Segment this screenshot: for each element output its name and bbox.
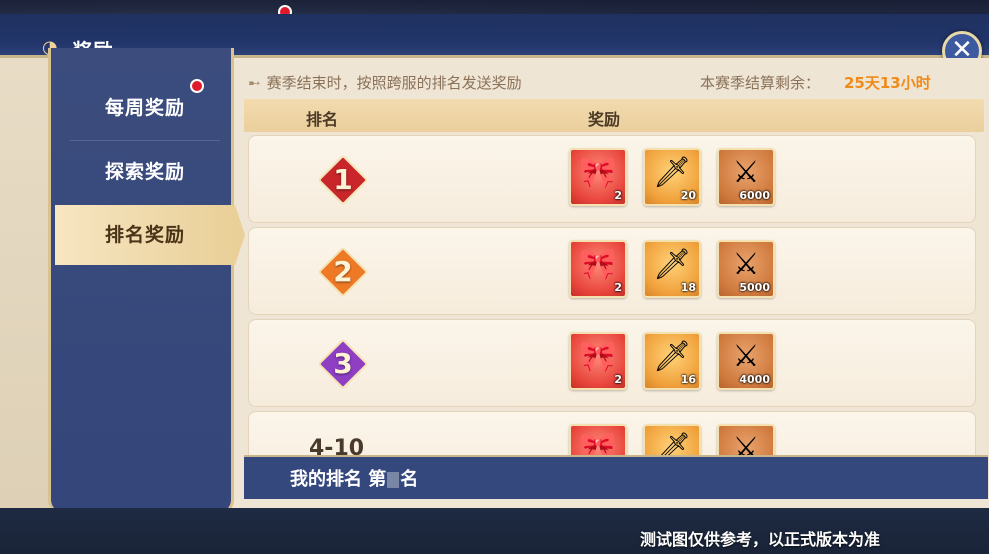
jade-sword-icon[interactable]: ⚔ <box>717 424 775 455</box>
red-scroll-icon[interactable]: 🎀 2 <box>569 332 627 390</box>
rank-badge-3: 3 <box>317 338 369 390</box>
golden-blade-icon[interactable]: 🗡 <box>643 424 701 455</box>
my-rank-label: 我的排名 第名 <box>290 469 419 490</box>
golden-blade-icon[interactable]: 🗡 20 <box>643 148 701 206</box>
jade-sword-icon[interactable]: ⚔ 5000 <box>717 240 775 298</box>
red-scroll-icon[interactable]: 🎀 2 <box>569 148 627 206</box>
arrow-icon: ➸ <box>248 74 261 92</box>
golden-blade-icon[interactable]: 🗡 16 <box>643 332 701 390</box>
jade-sword-icon[interactable]: ⚔ 6000 <box>717 148 775 206</box>
jade-sword-icon[interactable]: ⚔ 4000 <box>717 332 775 390</box>
sidebar-item-explore-reward[interactable]: 探索奖励 <box>55 142 235 202</box>
season-remaining-value: 25天13小时 <box>844 74 931 92</box>
sidebar-divider <box>70 140 220 141</box>
red-scroll-icon[interactable]: 🎀 2 <box>569 240 627 298</box>
column-header-rank: 排名 <box>306 110 339 129</box>
sidebar-item-weekly-reward[interactable]: 每周奖励 <box>55 78 235 138</box>
reward-list[interactable]: 1 🎀 2 🗡 20 ⚔ 6000 2 🎀 2 🗡 18 ⚔ 5000 3 🎀 … <box>244 135 984 455</box>
rank-redacted <box>387 472 400 488</box>
table-row: 1 🎀 2 🗡 20 ⚔ 6000 <box>248 135 976 223</box>
sidebar-item-rank-reward[interactable]: 排名奖励 <box>55 205 245 265</box>
rank-range-text: 4-10 <box>309 436 365 455</box>
sidebar-notification-dot <box>190 79 204 93</box>
rank-badge-2: 2 <box>317 246 369 298</box>
table-row: 4-10 🎀 🗡 ⚔ <box>248 411 976 455</box>
red-scroll-icon[interactable]: 🎀 <box>569 424 627 455</box>
column-header-reward: 奖励 <box>588 110 621 129</box>
season-notice: ➸ 赛季结束时，按照跨服的排名发送奖励 <box>248 72 522 93</box>
panel-left-edge <box>0 58 52 508</box>
disclaimer-text: 测试图仅供参考，以正式版本为准 <box>640 530 881 549</box>
golden-blade-icon[interactable]: 🗡 18 <box>643 240 701 298</box>
table-row: 2 🎀 2 🗡 18 ⚔ 5000 <box>248 227 976 315</box>
table-row: 3 🎀 2 🗡 16 ⚔ 4000 <box>248 319 976 407</box>
rank-badge-1: 1 <box>317 154 369 206</box>
season-remaining-label: 本赛季结算剩余： <box>700 74 821 92</box>
season-notice-text: 赛季结束时，按照跨服的排名发送奖励 <box>266 74 522 92</box>
